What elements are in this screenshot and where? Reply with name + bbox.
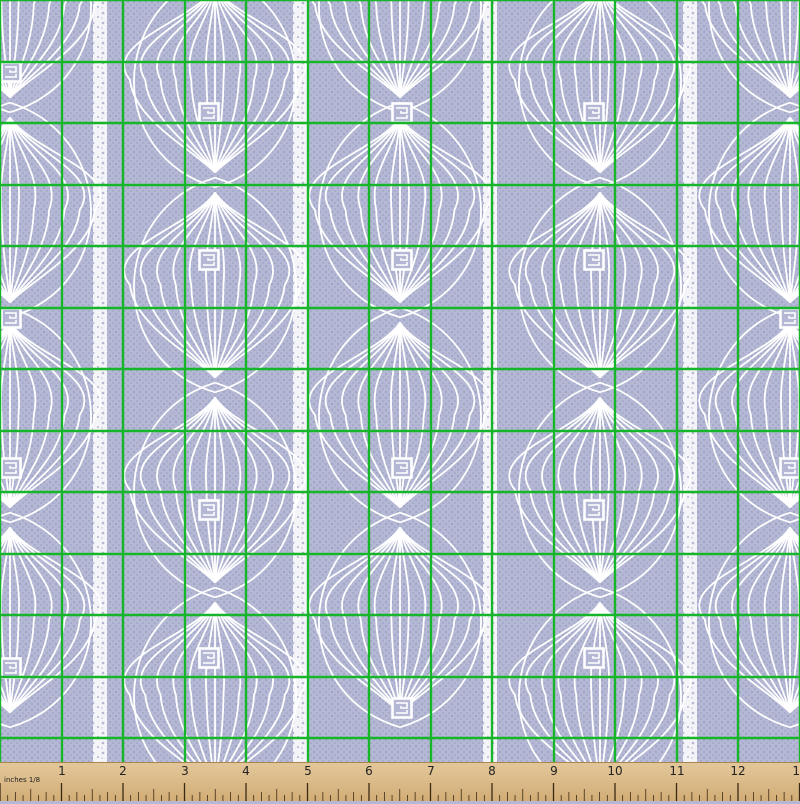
greek-key-motif bbox=[583, 102, 605, 124]
greek-key-motif bbox=[391, 102, 413, 124]
greek-key-motif bbox=[391, 457, 413, 479]
greek-key-motif bbox=[0, 61, 22, 83]
ruler-unit-label: inches 1/8 bbox=[4, 776, 41, 784]
greek-key-motif bbox=[779, 457, 800, 479]
ruler-number: 12 bbox=[730, 764, 746, 778]
greek-key-motif bbox=[583, 647, 605, 669]
fabric-pattern bbox=[0, 0, 800, 804]
greek-key-motif bbox=[0, 457, 22, 479]
ruler-number: 10 bbox=[607, 764, 623, 778]
greek-key-motif bbox=[198, 249, 220, 271]
greek-key-motif bbox=[0, 307, 22, 329]
measuring-ruler: inches 1/8 12345678910111213 bbox=[0, 762, 800, 801]
ruler-number: 7 bbox=[427, 764, 435, 778]
ruler-number: 6 bbox=[365, 764, 373, 778]
ruler-number: 9 bbox=[550, 764, 558, 778]
ruler-number: 4 bbox=[242, 764, 250, 778]
ruler-number: 13 bbox=[792, 764, 800, 778]
greek-key-motif bbox=[779, 307, 800, 329]
fabric-swatch: inches 1/8 12345678910111213 bbox=[0, 0, 800, 804]
greek-key-motif bbox=[198, 499, 220, 521]
ruler-number: 8 bbox=[488, 764, 496, 778]
ruler-number: 2 bbox=[119, 764, 127, 778]
ruler-number: 3 bbox=[181, 764, 189, 778]
greek-key-motif bbox=[391, 697, 413, 719]
greek-key-motif bbox=[198, 102, 220, 124]
ruler-number: 11 bbox=[669, 764, 685, 778]
greek-key-motif bbox=[391, 249, 413, 271]
greek-key-motif bbox=[198, 647, 220, 669]
greek-key-motif bbox=[0, 657, 22, 679]
ruler-number: 5 bbox=[304, 764, 312, 778]
greek-key-motif bbox=[583, 499, 605, 521]
greek-key-motif bbox=[583, 249, 605, 271]
ruler-number: 1 bbox=[58, 764, 66, 778]
